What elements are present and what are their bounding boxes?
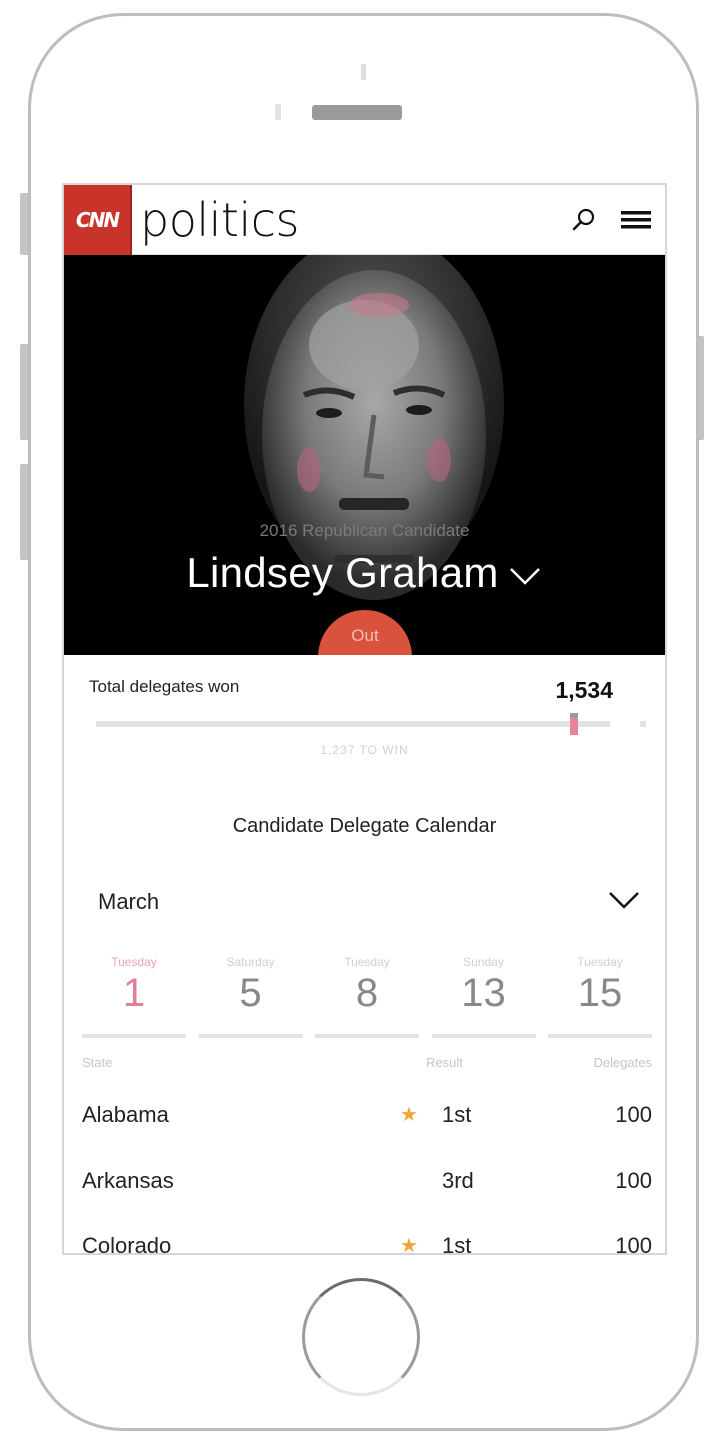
date-underline <box>548 1034 652 1038</box>
date-weekday: Tuesday <box>577 955 623 969</box>
date-number: 5 <box>239 971 262 1015</box>
home-button[interactable] <box>302 1278 420 1396</box>
column-header-result: Result <box>426 1055 463 1070</box>
delegates-progress-bar <box>96 713 610 735</box>
header-actions <box>569 205 651 235</box>
month-dropdown[interactable]: March <box>84 877 644 927</box>
delegates-bar-end-tick <box>640 721 646 727</box>
delegates-threshold-note: 1,237 TO WIN <box>320 743 409 757</box>
date-tab[interactable]: Tuesday 15 <box>548 955 652 1040</box>
row-state: Alabama <box>82 1102 169 1127</box>
date-underline <box>82 1034 186 1038</box>
candidate-hero: 2016 Republican Candidate Lindsey Graham… <box>64 255 665 655</box>
menu-button[interactable] <box>621 205 651 235</box>
date-number: 8 <box>355 971 379 1015</box>
chevron-down-icon <box>509 568 540 585</box>
winner-star-icon: ★ <box>400 1104 418 1126</box>
row-result: 3rd <box>442 1168 474 1193</box>
month-dropdown-toggle[interactable] <box>608 890 640 915</box>
row-state: Colorado <box>82 1233 172 1255</box>
date-underline <box>198 1034 303 1038</box>
calendar-title: Candidate Delegate Calendar <box>232 815 497 837</box>
date-number: 1 <box>122 971 146 1015</box>
row-result: 1st <box>442 1233 472 1255</box>
column-header-delegates: Delegates <box>593 1055 652 1070</box>
hamburger-menu-icon <box>621 210 651 228</box>
delegates-progress-marker <box>570 713 579 735</box>
delegates-summary: Total delegates won 1,534 1,237 TO WIN <box>64 655 665 775</box>
selected-month: March <box>98 889 160 914</box>
candidate-name: Lindsey Graham <box>186 549 499 596</box>
date-tab[interactable]: Sunday 13 <box>431 955 536 1040</box>
section-title: politics <box>140 192 299 247</box>
search-button[interactable] <box>569 205 599 235</box>
candidate-dropdown-toggle[interactable] <box>509 559 543 593</box>
column-header-state: State <box>82 1055 113 1070</box>
table-row[interactable]: Arkansas 3rd 100 <box>82 1168 652 1232</box>
row-delegates: 100 <box>615 1168 652 1193</box>
row-delegates: 100 <box>615 1233 652 1255</box>
phone-screen: CNN politics 2016 Republican Candidate L… <box>62 183 667 1255</box>
earpiece-speaker <box>312 105 402 120</box>
date-number: 15 <box>577 971 623 1015</box>
search-icon <box>572 208 595 230</box>
candidate-subtitle: 2016 Republican Candidate <box>259 521 470 540</box>
date-weekday: Tuesday <box>344 955 390 969</box>
date-number: 13 <box>461 971 506 1015</box>
date-strip: Tuesday 1 Saturday 5 Tuesday 8 Sunday 13… <box>82 955 652 1040</box>
table-row[interactable]: Colorado ★ 1st 100 <box>82 1233 652 1255</box>
row-result: 1st <box>442 1102 472 1127</box>
delegates-count: 1,534 <box>555 677 613 703</box>
row-state: Arkansas <box>82 1168 174 1193</box>
winner-star-icon: ★ <box>400 1235 418 1255</box>
candidate-selector[interactable]: Lindsey Graham <box>64 549 665 597</box>
date-underline <box>431 1034 536 1038</box>
cnn-logo-text: CNN <box>75 207 120 232</box>
cnn-logo[interactable]: CNN <box>64 185 132 255</box>
date-tab[interactable]: Saturday 5 <box>198 955 303 1040</box>
delegates-label: Total delegates won <box>89 677 240 696</box>
date-weekday: Saturday <box>226 955 275 969</box>
date-tab[interactable]: Tuesday 1 <box>82 955 186 1040</box>
chevron-down-icon <box>609 891 639 909</box>
date-weekday: Tuesday <box>111 955 157 969</box>
front-camera <box>361 64 366 80</box>
date-tab[interactable]: Tuesday 8 <box>315 955 419 1040</box>
app-header: CNN politics <box>64 185 665 255</box>
results-table-header: State Result Delegates <box>82 1055 652 1077</box>
table-row[interactable]: Alabama ★ 1st 100 <box>82 1102 652 1166</box>
date-weekday: Sunday <box>463 955 504 969</box>
proximity-sensor <box>275 104 281 120</box>
row-delegates: 100 <box>615 1102 652 1127</box>
date-underline <box>315 1034 419 1038</box>
